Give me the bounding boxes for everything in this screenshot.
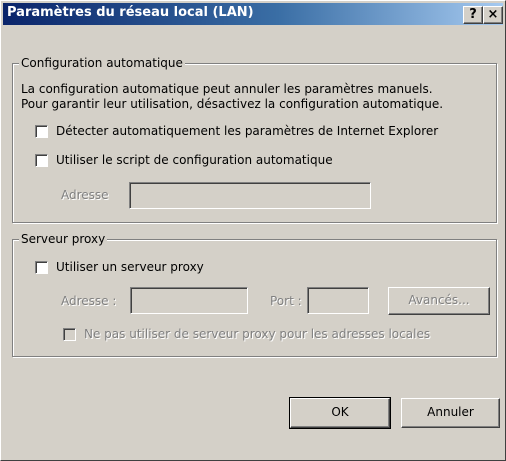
auto-config-address-input[interactable] <box>129 182 371 209</box>
proxy-address-input[interactable] <box>130 287 248 314</box>
proxy-port-input[interactable] <box>307 287 369 314</box>
lan-settings-dialog: Paramètres du réseau local (LAN) ? × Con… <box>0 0 506 461</box>
ok-button[interactable]: OK <box>289 397 391 429</box>
auto-config-description-line1: La configuration automatique peut annule… <box>21 82 433 96</box>
bypass-local-checkbox[interactable] <box>63 328 76 341</box>
auto-config-group-title: Configuration automatique <box>19 56 185 70</box>
auto-config-description-line2: Pour garantir leur utilisation, désactiv… <box>21 97 444 111</box>
help-button[interactable]: ? <box>463 6 483 24</box>
proxy-server-group-title: Serveur proxy <box>19 232 108 246</box>
advanced-button[interactable]: Avancés... <box>388 287 490 315</box>
detect-settings-checkbox[interactable] <box>35 125 48 138</box>
bypass-local-label[interactable]: Ne pas utiliser de serveur proxy pour le… <box>84 326 430 342</box>
use-proxy-checkbox[interactable] <box>35 261 48 274</box>
cancel-button[interactable]: Annuler <box>401 398 500 428</box>
detect-settings-label[interactable]: Détecter automatiquement les paramètres … <box>56 123 438 139</box>
title-bar[interactable]: Paramètres du réseau local (LAN) ? × <box>3 3 503 25</box>
auto-config-script-checkbox[interactable] <box>35 154 48 167</box>
auto-config-script-label[interactable]: Utiliser le script de configuration auto… <box>56 152 333 168</box>
use-proxy-label[interactable]: Utiliser un serveur proxy <box>56 259 204 275</box>
window-title: Paramètres du réseau local (LAN) <box>7 5 254 20</box>
close-button[interactable]: × <box>483 6 503 24</box>
proxy-port-label: Port : <box>270 294 302 308</box>
auto-config-address-label: Adresse <box>61 188 109 202</box>
proxy-address-label: Adresse : <box>61 294 117 308</box>
